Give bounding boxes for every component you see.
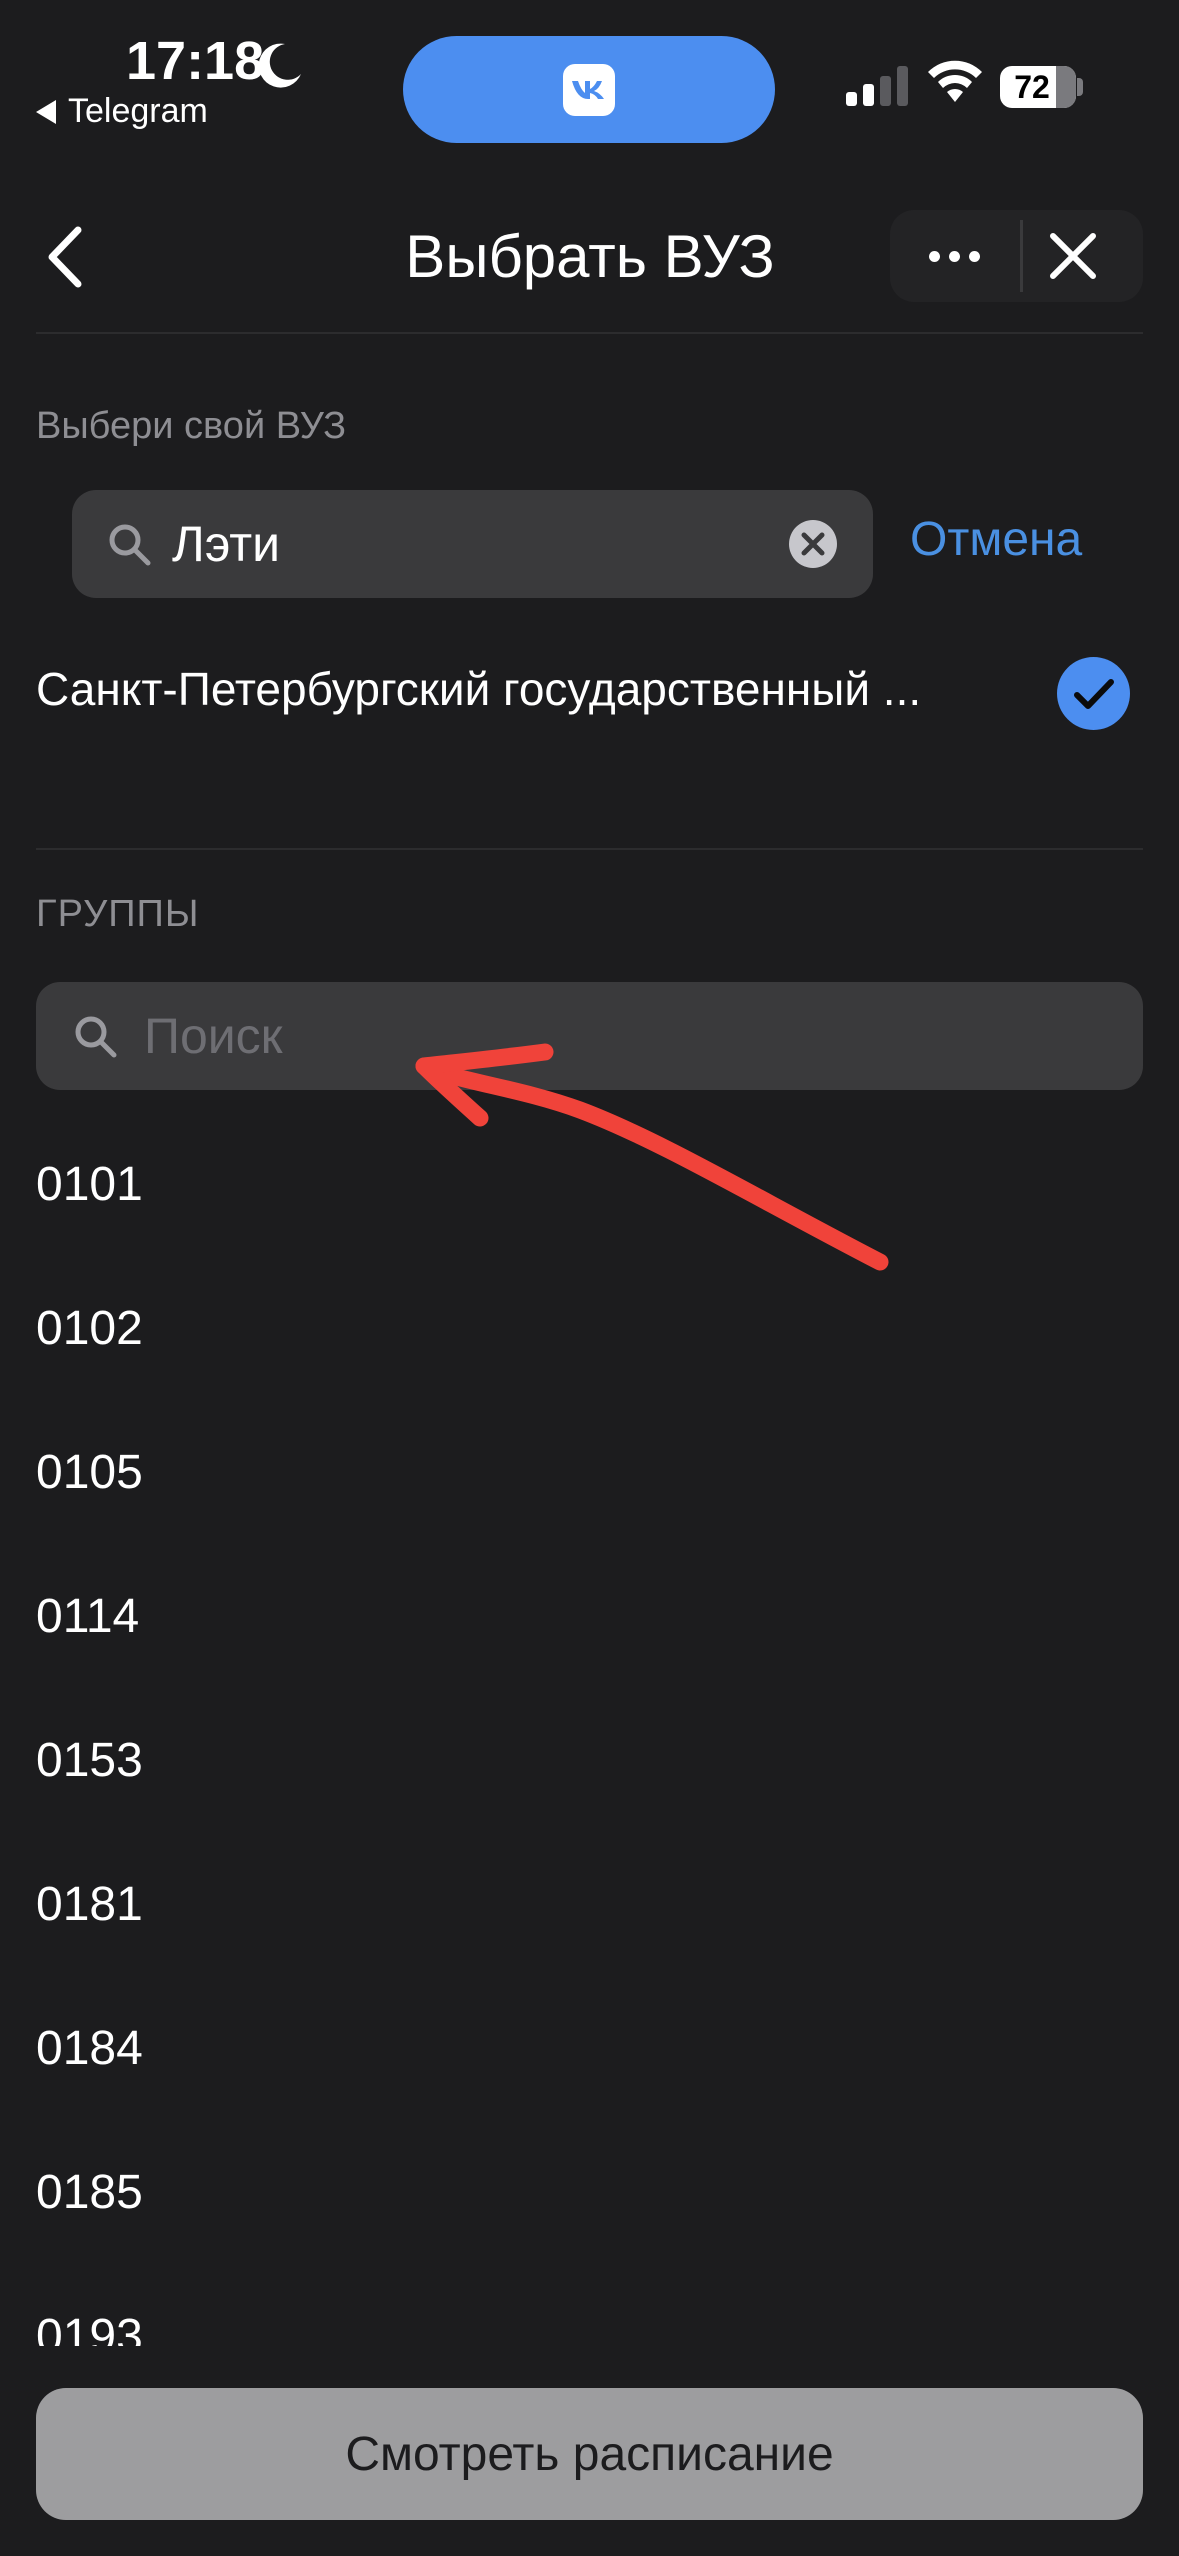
back-chevron-icon[interactable] — [40, 222, 90, 292]
group-item[interactable]: 0105 — [36, 1438, 1136, 1582]
group-item[interactable]: 0101 — [36, 1150, 1136, 1294]
page-title: Выбрать ВУЗ — [405, 223, 775, 290]
group-item[interactable]: 0193 — [36, 2302, 1136, 2346]
header-separator — [1020, 220, 1023, 292]
back-to-app-link[interactable]: Telegram — [36, 92, 208, 131]
battery-tip — [1077, 78, 1083, 96]
screen: 17:18 Telegram 72 Выбрать ВУЗ Выбери сво… — [0, 0, 1179, 2556]
header-divider — [36, 332, 1143, 334]
close-icon[interactable] — [1045, 228, 1101, 284]
group-list: 0101 0102 0105 0114 0153 0181 0184 0185 … — [36, 1150, 1136, 2346]
university-result-item[interactable]: Санкт-Петербургский государственный ... — [36, 662, 1021, 716]
group-search-input[interactable]: Поиск — [36, 982, 1143, 1090]
more-options-icon[interactable] — [890, 210, 1018, 302]
search-icon — [109, 524, 151, 566]
battery-level: 72 — [1014, 69, 1050, 105]
status-time: 17:18 — [126, 31, 265, 91]
group-item[interactable]: 0184 — [36, 2014, 1136, 2158]
cellular-signal-icon — [846, 64, 908, 106]
university-search-input[interactable]: Лэти — [72, 490, 873, 598]
battery-icon: 72 — [1000, 66, 1076, 108]
group-item[interactable]: 0181 — [36, 1870, 1136, 2014]
search-icon — [75, 1016, 117, 1058]
view-schedule-button[interactable]: Смотреть расписание — [36, 2388, 1143, 2520]
group-item[interactable]: 0153 — [36, 1726, 1136, 1870]
groups-section-label: ГРУППЫ — [36, 893, 200, 935]
view-schedule-label: Смотреть расписание — [345, 2427, 834, 2481]
back-app-label: Telegram — [68, 92, 208, 130]
checkmark-icon — [1057, 657, 1130, 730]
cancel-button[interactable]: Отмена — [910, 512, 1082, 567]
university-section-label: Выбери свой ВУЗ — [36, 405, 347, 447]
header-actions — [890, 210, 1143, 302]
dynamic-island[interactable] — [403, 36, 775, 143]
back-triangle-icon — [36, 99, 56, 124]
section-divider — [36, 848, 1143, 850]
group-search-placeholder: Поиск — [144, 1008, 283, 1064]
vk-logo-icon — [563, 63, 615, 116]
group-item[interactable]: 0102 — [36, 1294, 1136, 1438]
moon-icon — [258, 43, 301, 88]
university-search-value: Лэти — [172, 516, 281, 572]
group-item[interactable]: 0185 — [36, 2158, 1136, 2302]
wifi-icon — [928, 60, 982, 102]
clear-search-icon[interactable] — [789, 520, 837, 568]
group-item[interactable]: 0114 — [36, 1582, 1136, 1726]
